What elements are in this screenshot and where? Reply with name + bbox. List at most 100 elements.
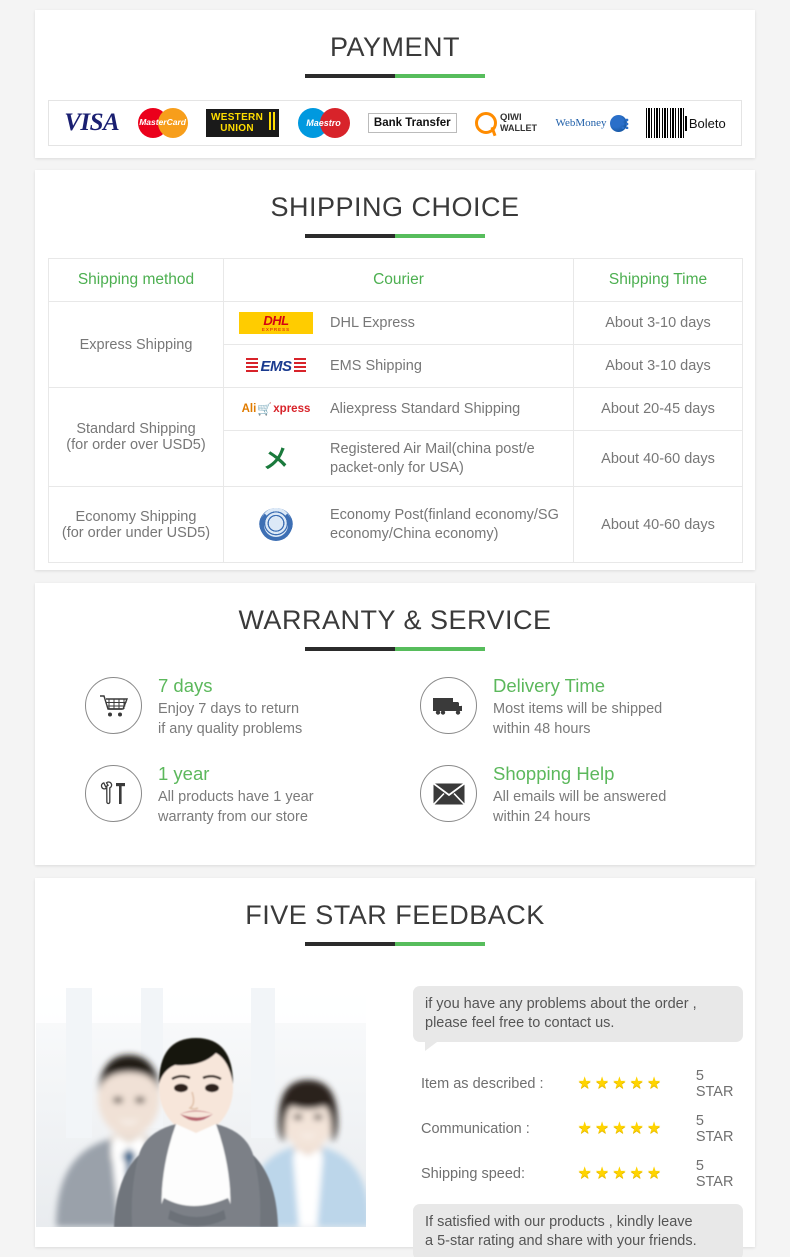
cell-time: About 3-10 days	[573, 344, 743, 388]
cell-courier-ems: EMS EMS Shipping	[223, 344, 574, 388]
rating-row-communication: Communication : ★ ★ ★ ★ ★ 5 STAR	[421, 1113, 743, 1145]
cell-time: About 40-60 days	[573, 430, 743, 487]
rating-label: Communication :	[421, 1121, 530, 1137]
contact-bubble-line1: if you have any problems about the order…	[425, 996, 697, 1012]
maestro-label: Maestro	[306, 118, 341, 128]
rating-request-line2: a 5-star rating and share with your frie…	[425, 1233, 697, 1249]
mastercard-label: MasterCard	[139, 117, 186, 127]
cell-courier-dhl: DHL EXPRESS DHL Express	[223, 301, 574, 345]
warranty-title-rule	[305, 647, 485, 651]
contact-bubble: if you have any problems about the order…	[413, 986, 743, 1051]
column-header-shipping-method: Shipping method	[48, 258, 224, 302]
column-header-courier: Courier	[223, 258, 574, 302]
shipping-section: SHIPPING CHOICE Shipping method Courier …	[35, 170, 755, 570]
payment-section: PAYMENT VISA MasterCard WESTERN UNION Ma…	[35, 10, 755, 158]
feedback-details: if you have any problems about the order…	[413, 986, 743, 1257]
courier-name: Registered Air Mail(china post/e packet-…	[330, 440, 535, 476]
western-union-line1: WESTERN	[211, 112, 264, 123]
qiwi-line1: QIWI	[500, 112, 522, 123]
feedback-title-rule	[305, 942, 485, 946]
envelope-icon	[420, 765, 477, 822]
tools-icon	[85, 765, 142, 822]
rating-row-shipping-speed: Shipping speed: ★ ★ ★ ★ ★ 5 STAR	[421, 1158, 743, 1190]
shipping-table: Shipping method Courier Shipping Time Ex…	[48, 258, 743, 563]
delivery-truck-icon	[420, 677, 477, 734]
method-line2: (for order over USD5)	[66, 437, 206, 453]
united-nations-logo	[232, 507, 320, 542]
service-heading: 7 days	[158, 675, 213, 696]
payment-methods-strip: VISA MasterCard WESTERN UNION Maestro Ba…	[48, 100, 742, 146]
service-line1: All emails will be answered	[493, 789, 667, 805]
rating-value: 5 STAR	[695, 1068, 734, 1100]
webmoney-logo: WebMoney	[555, 106, 630, 140]
star-rating-icon: ★ ★ ★ ★ ★	[577, 1120, 662, 1137]
cell-courier-china-post: メ Registered Air Mail(china post/e packe…	[223, 430, 574, 487]
method-line1: Economy Shipping	[75, 508, 197, 525]
service-line2: within 48 hours	[493, 721, 591, 737]
bank-transfer-logo: Bank Transfer	[367, 106, 457, 140]
feedback-section: FIVE STAR FEEDBACK if you have any probl…	[35, 878, 755, 1257]
rating-label: Shipping speed:	[421, 1166, 525, 1182]
boleto-logo: Boleto	[645, 106, 726, 140]
service-grid: 7 days Enjoy 7 days to return if any qua…	[85, 675, 725, 827]
western-union-logo: WESTERN UNION	[206, 106, 280, 140]
cell-courier-aliexpress: Ali 🛒 xpress Aliexpress Standard Shipping	[223, 387, 574, 431]
service-item-help: Shopping Help All emails will be answere…	[420, 763, 725, 827]
western-union-line2: UNION	[220, 123, 254, 134]
barcode-icon	[645, 108, 684, 138]
business-team-photo	[36, 978, 366, 1227]
service-line1: All products have 1 year	[158, 789, 314, 805]
mastercard-logo: MasterCard	[137, 106, 188, 140]
cell-method-standard: Standard Shipping (for order over USD5)	[48, 387, 224, 487]
rating-list: Item as described : ★ ★ ★ ★ ★ 5 STAR Communi…	[421, 1068, 743, 1190]
courier-name: Economy Post(finland economy/SG economy/…	[330, 506, 559, 542]
service-line2: if any quality problems	[158, 721, 303, 737]
service-line1: Enjoy 7 days to return	[158, 701, 300, 717]
aliexpress-logo: Ali 🛒 xpress	[241, 402, 311, 416]
service-heading: Shopping Help	[493, 763, 615, 784]
product-info-page: PAYMENT VISA MasterCard WESTERN UNION Ma…	[0, 0, 790, 1257]
service-line1: Most items will be shipped	[493, 701, 663, 717]
service-item-warranty: 1 year All products have 1 year warranty…	[85, 763, 390, 827]
courier-name: EMS Shipping	[330, 357, 422, 374]
warranty-section: WARRANTY & SERVICE 7 days Enjoy 7 days t…	[35, 583, 755, 865]
ems-logo: EMS	[232, 351, 320, 381]
payment-title-rule	[305, 74, 485, 78]
service-item-delivery: Delivery Time Most items will be shipped…	[420, 675, 725, 739]
china-post-logo: メ	[262, 443, 289, 474]
rating-row-item-as-described: Item as described : ★ ★ ★ ★ ★ 5 STAR	[421, 1068, 743, 1100]
cell-time: About 3-10 days	[573, 301, 743, 345]
column-header-shipping-time: Shipping Time	[573, 258, 743, 302]
feedback-title: FIVE STAR FEEDBACK	[245, 900, 545, 930]
qiwi-wallet-logo: QIWI WALLET	[475, 106, 537, 140]
cell-method-economy: Economy Shipping (for order under USD5)	[48, 486, 224, 563]
cell-courier-un: Economy Post(finland economy/SG economy/…	[223, 486, 574, 563]
payment-title: PAYMENT	[329, 32, 460, 62]
qiwi-circle-icon	[475, 112, 498, 134]
cell-method-express: Express Shipping	[48, 301, 224, 388]
courier-name: Aliexpress Standard Shipping	[330, 400, 521, 417]
table-row: Economy Shipping (for order under USD5) …	[48, 486, 743, 563]
shipping-title-rule	[305, 234, 485, 238]
rating-value: 5 STAR	[695, 1113, 734, 1145]
webmoney-dot-icon	[610, 114, 630, 132]
cell-time: About 40-60 days	[573, 486, 743, 563]
shopping-cart-icon	[85, 677, 142, 734]
dhl-logo: DHL EXPRESS	[232, 308, 320, 338]
courier-name: DHL Express	[330, 314, 415, 331]
table-row: Express Shipping DHL EXPRESS DHL Express …	[48, 301, 743, 388]
maestro-logo: Maestro	[297, 106, 350, 140]
visa-logo: VISA	[64, 109, 120, 136]
service-line2: warranty from our store	[158, 809, 308, 825]
qiwi-line2: WALLET	[500, 123, 538, 133]
star-rating-icon: ★ ★ ★ ★ ★	[577, 1165, 662, 1182]
shipping-title: SHIPPING CHOICE	[270, 192, 520, 222]
boleto-label: Boleto	[684, 115, 726, 131]
rating-label: Item as described :	[421, 1076, 544, 1092]
contact-bubble-line2: please feel free to contact us.	[425, 1015, 615, 1031]
cell-time: About 20-45 days	[573, 387, 743, 431]
rating-request-line1: If satisfied with our products , kindly …	[425, 1214, 693, 1230]
star-rating-icon: ★ ★ ★ ★ ★	[577, 1075, 662, 1092]
service-item-return: 7 days Enjoy 7 days to return if any qua…	[85, 675, 390, 739]
method-line2: (for order under USD5)	[61, 524, 211, 541]
